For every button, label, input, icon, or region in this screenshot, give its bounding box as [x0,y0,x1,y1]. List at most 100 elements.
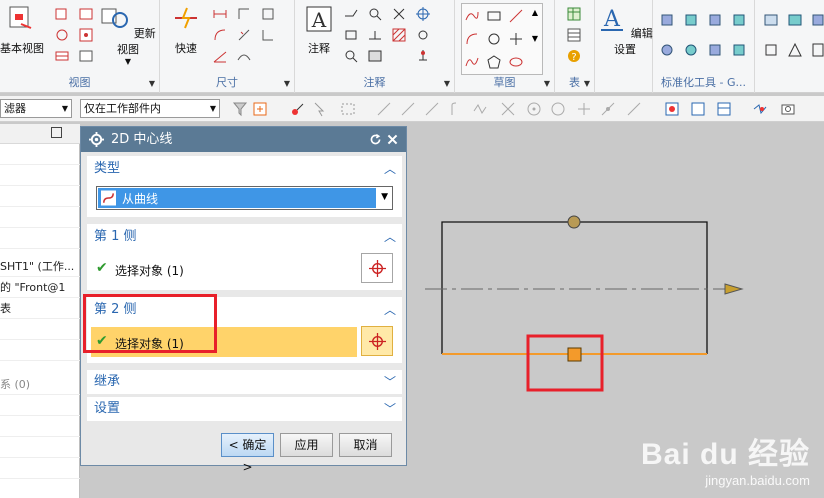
type-filter-select[interactable]: 滤器 ▼ [0,99,72,118]
datum-feature-icon[interactable] [343,27,359,43]
list-item[interactable] [0,165,80,186]
view-icon[interactable] [664,101,680,117]
inherit-section[interactable]: 继承 ﹀ [87,370,402,394]
maximize-icon[interactable] [51,127,62,138]
select-filter-icon[interactable] [232,101,248,117]
search-icon[interactable] [343,48,359,64]
chevron-down-icon[interactable]: ▼ [381,192,388,202]
weld-symbol-icon[interactable] [367,27,383,43]
chevron-down-icon[interactable]: ▼ [149,79,155,88]
snap-point-icon[interactable] [290,101,306,117]
list-item[interactable] [0,458,80,479]
list-item[interactable] [0,319,80,340]
angular-dimension-icon[interactable] [212,48,228,64]
chevron-down-icon[interactable]: ▼ [544,79,550,88]
std-tool-6-icon[interactable] [683,42,699,58]
ordinate-dimension-icon[interactable] [260,27,276,43]
graphics-canvas[interactable]: Bai du 经验 jingyan.baidu.com [407,124,824,498]
arc-length-dimension-icon[interactable] [236,48,252,64]
cancel-button[interactable]: 取消 [339,433,392,457]
side-1-select-button[interactable] [361,253,393,283]
base-view-button[interactable]: 基本视图 [0,4,44,56]
break-view-icon[interactable] [78,6,94,22]
circle-icon[interactable] [486,31,502,47]
radial-dimension-icon[interactable] [212,27,228,43]
linear-dimension-icon[interactable] [212,6,228,22]
chevron-up-icon[interactable]: ▲ [532,8,538,17]
existing-point-snap-icon[interactable] [576,101,592,117]
inherit-section-header[interactable]: 继承 ﹀ [87,370,402,394]
chevron-down-icon[interactable]: ▼ [532,34,538,43]
line-snap-icon[interactable] [400,101,416,117]
side-1-section-header[interactable]: 第 1 侧 ︿ [87,224,402,250]
image-icon[interactable] [367,48,383,64]
reset-icon[interactable] [369,133,382,146]
apply-button[interactable]: 应用 [280,433,333,457]
target-point-icon[interactable] [415,6,431,22]
type-section-header[interactable]: 类型 ︿ [87,156,402,182]
note-button[interactable]: A 注释 [299,4,339,56]
list-item[interactable]: 系 (0) [0,374,80,395]
center-snap-icon[interactable] [526,101,542,117]
camera-icon[interactable] [780,101,796,117]
std-tool-4-icon[interactable] [731,12,747,28]
parts-list-icon[interactable] [566,27,582,43]
settings-section[interactable]: 设置 ﹀ [87,397,402,421]
intersection-snap-icon[interactable] [500,101,516,117]
polygon-select-icon[interactable] [376,101,392,117]
point-on-curve-snap-icon[interactable] [600,101,616,117]
arc-icon[interactable] [464,31,480,47]
chevron-up-icon[interactable]: ︿ [384,224,396,250]
polygon-icon[interactable] [486,54,502,70]
tabular-note-icon[interactable] [566,6,582,22]
id-symbol-icon[interactable] [415,27,431,43]
list-item[interactable] [0,228,80,249]
chevron-down-icon[interactable]: ﹀ [384,397,396,421]
list-item[interactable] [0,144,80,165]
list-item[interactable]: 的 "Front@1 [0,277,80,298]
list-item[interactable] [0,437,80,458]
settings-section-header[interactable]: 设置 ﹀ [87,397,402,421]
midpoint-snap-icon[interactable] [424,101,440,117]
std-tool-5-icon[interactable] [659,42,675,58]
extra-tool-2-icon[interactable] [787,12,803,28]
list-item[interactable] [0,186,80,207]
side-1-select-object-row[interactable]: ✔ 选择对象 (1) [87,254,357,284]
edit-settings-button[interactable]: A 编辑设置 [597,4,653,57]
std-tool-8-icon[interactable] [731,42,747,58]
extra-tool-4-icon[interactable] [763,42,779,58]
surface-finish-icon[interactable] [367,6,383,22]
close-icon[interactable] [386,133,399,146]
dialog-title-bar[interactable]: 2D 中心线 [81,127,406,152]
extra-tool-1-icon[interactable] [763,12,779,28]
list-item[interactable] [0,340,80,361]
chevron-down-icon[interactable]: ﹀ [384,370,396,394]
chevron-down-icon[interactable]: ▼ [444,79,450,88]
list-item[interactable]: SHT1" (工作... [0,256,80,277]
chevron-down-icon[interactable]: ▼ [584,79,590,88]
render-icon[interactable] [752,101,768,117]
extra-tool-3-icon[interactable] [811,12,824,28]
projected-view-icon[interactable] [54,6,70,22]
gear-icon[interactable] [89,132,104,147]
line-icon[interactable] [508,8,524,24]
list-item[interactable]: 表 [0,298,80,319]
ellipse-icon[interactable] [508,54,524,70]
profile-icon[interactable] [464,8,480,24]
top-midpoint-handle[interactable] [567,215,581,229]
list-item[interactable] [0,395,80,416]
section-view-icon[interactable] [54,48,70,64]
spline-snap-icon[interactable] [472,101,488,117]
arrow-select-icon[interactable] [312,101,328,117]
close-icon[interactable] [391,6,407,22]
thickness-dimension-icon[interactable] [236,27,252,43]
box-select-icon[interactable] [340,101,356,117]
chevron-down-icon[interactable]: ▼ [284,79,290,88]
ok-button[interactable]: < 确定 > [221,433,274,474]
bottom-midpoint-handle[interactable] [567,347,582,362]
layout-icon[interactable] [716,101,732,117]
chevron-up-icon[interactable]: ︿ [384,156,396,182]
std-tool-2-icon[interactable] [683,12,699,28]
update-view-button[interactable]: 更新视图 ▼ [100,4,156,66]
rectangle-icon[interactable] [486,8,502,24]
